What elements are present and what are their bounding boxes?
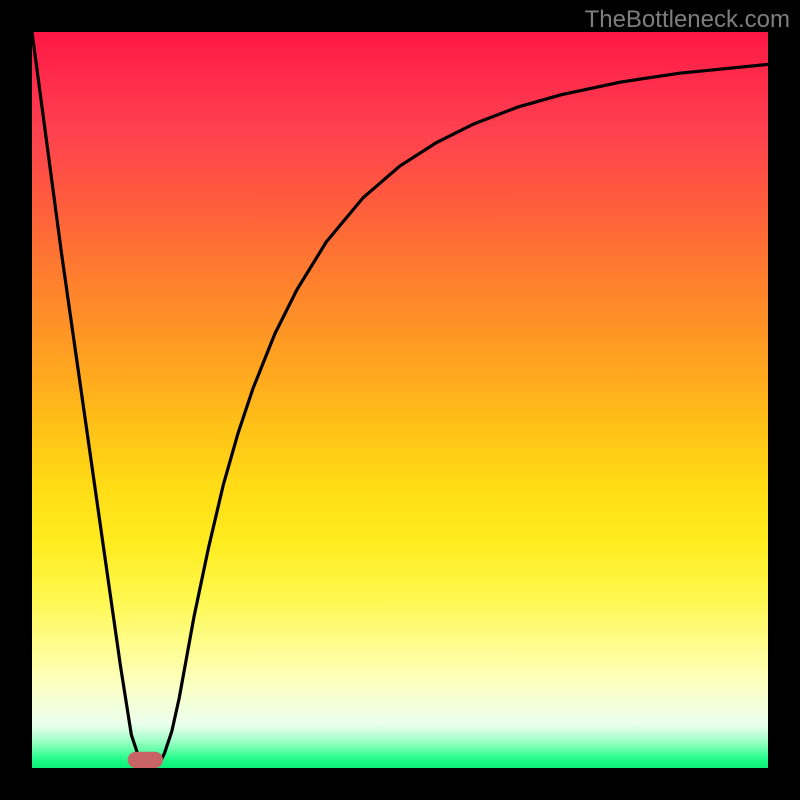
bottleneck-curve bbox=[32, 32, 768, 768]
chart-frame: TheBottleneck.com bbox=[0, 0, 800, 800]
plot-area bbox=[32, 32, 768, 768]
optimal-zone-marker bbox=[128, 752, 163, 768]
watermark-text: TheBottleneck.com bbox=[585, 6, 790, 34]
chart-svg bbox=[32, 32, 768, 768]
